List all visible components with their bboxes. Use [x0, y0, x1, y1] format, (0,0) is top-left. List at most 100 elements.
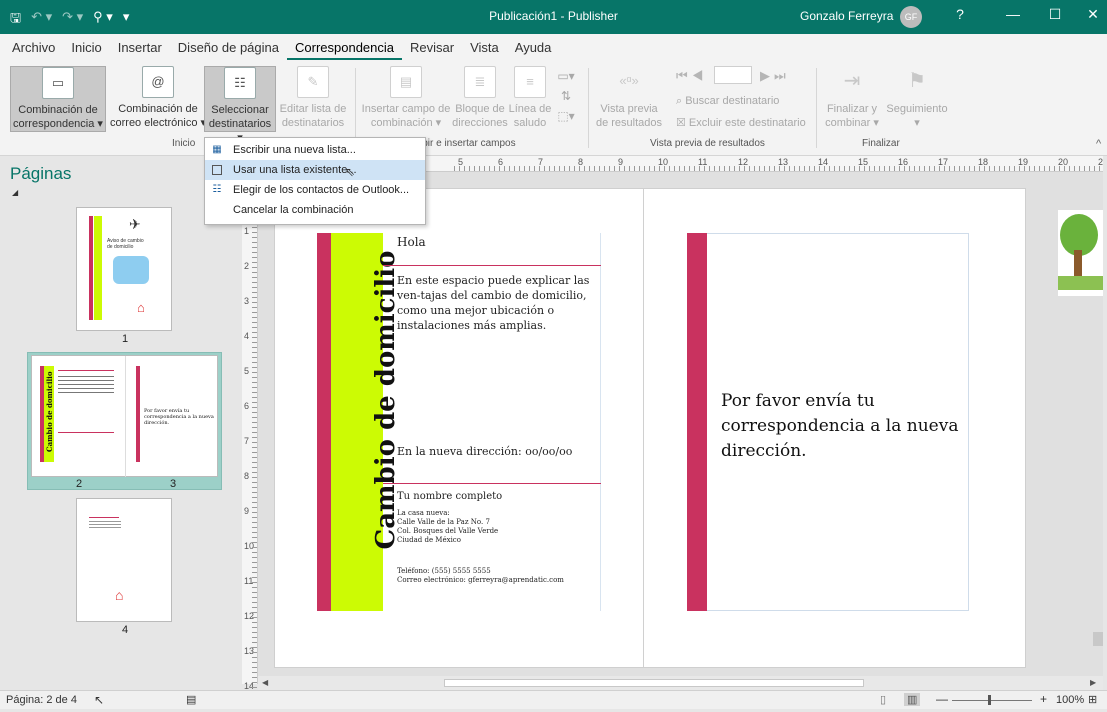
page-thumbnail-1[interactable]: Aviso de cambio de domicilio ✈ ⌂ [76, 207, 172, 331]
car-illustration [113, 256, 149, 284]
page-number: 1 [122, 333, 129, 345]
body-text[interactable]: En este espacio puede explicar las ven-t… [397, 273, 597, 333]
tracking-button[interactable]: ⚑ Seguimiento ▾ [884, 66, 950, 132]
zoom-out-icon[interactable]: — [936, 692, 948, 706]
two-page-view-icon[interactable]: ▥ [904, 693, 921, 706]
scroll-right-icon[interactable]: ▶ [1090, 678, 1096, 687]
email-merge-label-2: correo electrónico ▾ [110, 117, 207, 129]
mail-merge-button[interactable]: ▭ Combinación de correspondencia ▾ [10, 66, 106, 132]
edit-recipients-label: Editar lista de [279, 103, 347, 115]
document-canvas[interactable]: Cambio de domicilio Hola En este espacio… [258, 172, 1103, 676]
ruler-tick-label: 9 [244, 506, 250, 516]
horizontal-scrollbar[interactable]: ◀ ▶ [258, 676, 1103, 690]
greeting-text[interactable]: Hola [397, 235, 426, 249]
exclude-recipient-label: Excluir este destinatario [688, 117, 806, 129]
ruler-tick [494, 166, 534, 171]
vertical-ruler[interactable]: 1 2 3 4 5 6 7 8 9 10 11 12 13 14 [242, 172, 258, 712]
user-name[interactable]: Gonzalo Ferreyra [800, 9, 893, 23]
menu-item-outlook-contacts[interactable]: ☷ Elegir de los contactos de Outlook... [205, 180, 425, 200]
exclude-recipient-button[interactable]: ☒ Excluir este destinatario [676, 116, 806, 130]
rules-button[interactable]: ▭▾ ⇅ ⬚▾ [554, 66, 578, 132]
zoom-slider[interactable] [952, 700, 1032, 701]
page-thumbnail-2-3[interactable]: Cambio de domicilio Por favor envía tu c… [31, 355, 218, 477]
thumb-lines [89, 521, 121, 529]
tab-archivo[interactable]: Archivo [4, 40, 63, 60]
email-merge-button[interactable]: @ Combinación de correo electrónico ▾ [110, 66, 206, 132]
maximize-button[interactable]: ☐ [1040, 6, 1070, 23]
ruler-tick-label: 7 [244, 436, 250, 446]
ruler-tick [814, 166, 854, 171]
scroll-left-icon[interactable]: ◀ [262, 678, 268, 687]
finish-label-2: combinar ▾ [825, 117, 879, 129]
ruler-tick [252, 537, 257, 572]
vertical-scrollbar-thumb[interactable] [1093, 632, 1103, 646]
ruler-tick [252, 642, 257, 677]
forward-mail-text[interactable]: Por favor envía tu correspondencia a la … [721, 389, 961, 464]
rules-icon: ▭▾ [557, 69, 575, 83]
first-record-icon[interactable]: ⏮◀ [676, 68, 707, 84]
record-number-input[interactable] [714, 66, 752, 84]
address-block-button[interactable]: ≣ Bloque de direcciones [452, 66, 508, 132]
greeting-label: Línea de [508, 103, 552, 115]
ruler-tick-label: 1 [244, 226, 250, 236]
insert-merge-field-button[interactable]: ▤ Insertar campo de combinación ▾ [360, 66, 452, 132]
menu-item-label: Escribir una nueva lista... [233, 144, 356, 156]
menu-item-existing-list[interactable]: Usar una lista existente... ⇖ [205, 160, 425, 180]
page-thumbnail-4[interactable]: ⌂ [76, 498, 172, 622]
tab-revisar[interactable]: Revisar [402, 40, 462, 60]
greeting-line-button[interactable]: ≡ Línea de saludo [508, 66, 552, 132]
ruler-tick [854, 166, 894, 171]
tab-insertar[interactable]: Insertar [110, 40, 170, 60]
email-line: Correo electrónico: gferreyra@aprendatic… [397, 576, 564, 584]
ruler-tick-label: 5 [244, 366, 250, 376]
list-icon [212, 165, 222, 175]
finish-merge-button[interactable]: ⇥ Finalizar y combinar ▾ [820, 66, 884, 132]
address-block-label-2: direcciones [452, 117, 508, 129]
tab-vista[interactable]: Vista [462, 40, 507, 60]
full-name[interactable]: Tu nombre completo [397, 491, 502, 502]
ruler-tick-label: 6 [244, 401, 250, 411]
ruler-tick [252, 257, 257, 292]
horizontal-scrollbar-thumb[interactable] [444, 679, 864, 687]
clipart-tree[interactable] [1058, 210, 1103, 296]
zoom-in-icon[interactable]: + [1040, 692, 1047, 706]
menu-item-cancel-merge[interactable]: Cancelar la combinación [205, 200, 425, 220]
collapse-ribbon-icon[interactable]: ^ [1096, 138, 1101, 150]
tab-correspondencia[interactable]: Correspondencia [287, 40, 403, 60]
group-finalizar-label: Finalizar [862, 138, 900, 149]
single-page-view-icon[interactable]: ▯ [880, 693, 886, 706]
finish-icon: ⇥ [843, 70, 861, 92]
grass [1058, 276, 1103, 290]
tab-diseno-pagina[interactable]: Diseño de página [170, 40, 287, 60]
tab-inicio[interactable]: Inicio [63, 40, 109, 60]
tab-ayuda[interactable]: Ayuda [507, 40, 560, 60]
update-labels-icon: ⬚▾ [557, 109, 575, 123]
ruler-tick [894, 166, 934, 171]
ruler-tick [252, 362, 257, 397]
address-block[interactable]: La casa nueva: Calle Valle de la Paz No.… [397, 509, 498, 545]
find-recipient-button[interactable]: ⌕ Buscar destinatario [676, 94, 779, 108]
find-recipient-label: Buscar destinatario [685, 95, 780, 107]
next-record-icon[interactable]: ▶⏭ [760, 68, 790, 84]
fit-page-icon[interactable]: ⊞ [1088, 693, 1097, 706]
contact-block[interactable]: Teléfono: (555) 5555 5555 Correo electró… [397, 567, 564, 585]
select-recipients-button[interactable]: ☷ Seleccionar destinatarios ▾ [204, 66, 276, 144]
new-address-date[interactable]: En la nueva dirección: oo/oo/oo [397, 445, 572, 458]
menu-item-new-list[interactable]: ▦ Escribir una nueva lista... [205, 140, 425, 160]
preview-results-button[interactable]: «ᵅ» Vista previa de resultados [592, 66, 666, 132]
close-button[interactable]: ✕ [1078, 6, 1107, 23]
ruler-tick-label: 3 [244, 296, 250, 306]
help-button[interactable]: ? [945, 6, 975, 22]
zoom-slider-thumb[interactable] [988, 695, 991, 705]
group-vista-label: Vista previa de resultados [650, 138, 765, 149]
tree-trunk [1074, 250, 1082, 276]
zoom-level[interactable]: 100% [1056, 694, 1084, 706]
minimize-button[interactable]: — [998, 6, 1028, 22]
page-indicator[interactable]: Página: 2 de 4 [6, 694, 77, 706]
edit-recipients-button[interactable]: ✎ Editar lista de destinatarios [278, 66, 348, 132]
tracking-label-2: ▾ [914, 117, 920, 129]
avatar[interactable]: GF [900, 6, 922, 28]
ribbon-tabs: Archivo Inicio Insertar Diseño de página… [0, 34, 1107, 60]
phone-line: Teléfono: (555) 5555 5555 [397, 567, 491, 575]
collapse-icon[interactable]: ◢ [12, 188, 18, 197]
